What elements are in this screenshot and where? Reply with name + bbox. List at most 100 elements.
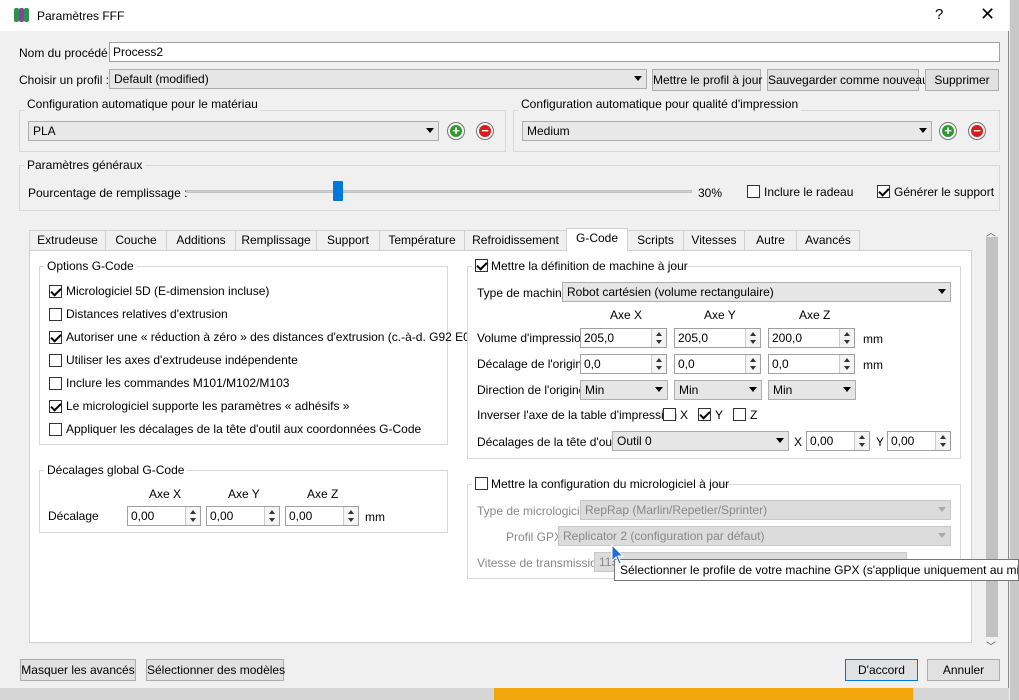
material-select-value: PLA: [33, 124, 56, 138]
global-offset-z-input[interactable]: 0,00: [285, 506, 359, 526]
spinner-arrows-icon[interactable]: [185, 507, 200, 525]
process-name-input[interactable]: Process2: [109, 42, 1000, 62]
add-quality-icon[interactable]: +: [939, 122, 957, 140]
gpx-profile-select[interactable]: Replicator 2 (configuration par défaut): [558, 526, 951, 546]
invert-z-checkbox[interactable]: [733, 408, 746, 421]
tab-support[interactable]: Support: [316, 230, 380, 250]
spinner-arrows-icon[interactable]: [839, 355, 854, 373]
raft-checkbox[interactable]: [747, 185, 760, 198]
tab-additions[interactable]: Additions: [166, 230, 236, 250]
toolhead-y-input[interactable]: 0,00: [887, 431, 951, 451]
direction-z-value: Min: [773, 383, 793, 397]
direction-x-select[interactable]: Min: [580, 380, 668, 400]
opt-independent-checkbox[interactable]: [49, 354, 62, 367]
machine-axis-x-label: Axe X: [610, 308, 643, 322]
scroll-up-icon[interactable]: ︿: [986, 224, 996, 239]
cancel-button[interactable]: Annuler: [927, 659, 1000, 681]
chevron-down-icon: [634, 76, 642, 81]
machine-type-label: Type de machine: [477, 286, 569, 300]
spinner-arrows-icon[interactable]: [854, 432, 869, 450]
direction-z-select[interactable]: Min: [768, 380, 856, 400]
hide-advanced-button[interactable]: Masquer les avancés: [20, 659, 136, 681]
machine-update-checkbox[interactable]: [475, 259, 488, 272]
material-select[interactable]: PLA: [28, 121, 439, 141]
volume-z-input[interactable]: 200,0: [768, 328, 855, 348]
scroll-down-icon[interactable]: ﹀: [986, 638, 996, 653]
background-build-plate: [494, 688, 913, 700]
invert-y-checkbox[interactable]: [698, 408, 711, 421]
infill-slider-handle[interactable]: [332, 181, 343, 201]
remove-quality-icon[interactable]: −: [968, 122, 986, 140]
global-offset-unit: mm: [365, 510, 385, 524]
tab-avances[interactable]: Avancés: [796, 230, 860, 250]
opt-relative-checkbox[interactable]: [49, 308, 62, 321]
toolhead-x-input[interactable]: 0,00: [806, 431, 870, 451]
chevron-down-icon: [749, 387, 757, 392]
toolhead-offsets-label: Décalages de la tête d'outil: [477, 435, 621, 449]
tab-temperature[interactable]: Température: [379, 230, 465, 250]
delete-profile-button[interactable]: Supprimer: [925, 69, 999, 91]
gpx-tooltip: Sélectionner le profile de votre machine…: [614, 559, 1019, 581]
auto-material-title: Configuration automatique pour le matéri…: [24, 97, 261, 111]
opt-sticky-checkbox[interactable]: [49, 400, 62, 413]
close-icon[interactable]: ✕: [980, 4, 995, 25]
remove-material-icon[interactable]: −: [476, 122, 494, 140]
help-icon[interactable]: ?: [935, 6, 943, 23]
spinner-arrows-icon[interactable]: [839, 329, 854, 347]
origin-y-input[interactable]: 0,0: [674, 354, 761, 374]
infill-slider-track[interactable]: [186, 190, 692, 193]
global-offset-z-value: 0,00: [289, 509, 313, 523]
firmware-update-checkbox[interactable]: [475, 477, 488, 490]
tab-autre[interactable]: Autre: [744, 230, 797, 250]
invert-x-checkbox[interactable]: [663, 408, 676, 421]
tab-extrudeuse[interactable]: Extrudeuse: [29, 230, 106, 250]
volume-x-input[interactable]: 205,0: [580, 328, 667, 348]
machine-type-select[interactable]: Robot cartésien (volume rectangulaire): [562, 282, 951, 302]
chevron-down-icon: [938, 289, 946, 294]
spinner-arrows-icon[interactable]: [651, 355, 666, 373]
support-checkbox[interactable]: [877, 185, 890, 198]
machine-axis-z-label: Axe Z: [799, 308, 831, 322]
spinner-arrows-icon[interactable]: [745, 329, 760, 347]
profile-select[interactable]: Default (modified): [109, 69, 647, 89]
opt-5d-checkbox[interactable]: [49, 285, 62, 298]
spinner-arrows-icon[interactable]: [745, 355, 760, 373]
global-offset-x-input[interactable]: 0,00: [127, 506, 201, 526]
volume-y-value: 205,0: [678, 331, 709, 345]
profile-label: Choisir un profil :: [19, 73, 110, 87]
opt-m101-checkbox[interactable]: [49, 377, 62, 390]
origin-x-input[interactable]: 0,0: [580, 354, 667, 374]
firmware-type-select[interactable]: RepRap (Marlin/Repetier/Sprinter): [580, 500, 951, 520]
app-logo-icon: [14, 8, 30, 22]
direction-y-select[interactable]: Min: [674, 380, 762, 400]
volume-label: Volume d'impression: [477, 331, 588, 345]
spinner-arrows-icon[interactable]: [935, 432, 950, 450]
toolhead-x-value: 0,00: [810, 434, 834, 448]
opt-toolhead-checkbox[interactable]: [49, 423, 62, 436]
save-as-new-button[interactable]: Sauvegarder comme nouveau: [767, 69, 929, 91]
firmware-type-value: RepRap (Marlin/Repetier/Sprinter): [585, 503, 768, 517]
spinner-arrows-icon[interactable]: [343, 507, 358, 525]
origin-x-value: 0,0: [584, 357, 601, 371]
opt-zero-checkbox[interactable]: [49, 331, 62, 344]
tab-couche[interactable]: Couche: [105, 230, 167, 250]
origin-z-input[interactable]: 0,0: [768, 354, 855, 374]
tab-refroidissement[interactable]: Refroidissement: [464, 230, 567, 250]
spinner-arrows-icon[interactable]: [651, 329, 666, 347]
global-offset-y-input[interactable]: 0,00: [206, 506, 280, 526]
quality-select[interactable]: Medium: [522, 121, 932, 141]
chevron-down-icon: [426, 128, 434, 133]
tab-remplissage[interactable]: Remplissage: [235, 230, 317, 250]
toolhead-select[interactable]: Outil 0: [612, 431, 789, 451]
add-material-icon[interactable]: +: [447, 122, 465, 140]
tab-gcode[interactable]: G-Code: [566, 228, 628, 251]
opt-m101-label: Inclure les commandes M101/M102/M103: [66, 376, 290, 390]
direction-x-value: Min: [585, 383, 605, 397]
tab-vitesses[interactable]: Vitesses: [683, 230, 745, 250]
update-profile-button[interactable]: Mettre le profil à jour: [652, 69, 762, 91]
ok-button[interactable]: D'accord: [845, 659, 918, 681]
select-models-button[interactable]: Sélectionner des modèles: [146, 659, 285, 681]
volume-y-input[interactable]: 205,0: [674, 328, 761, 348]
tab-scripts[interactable]: Scripts: [627, 230, 684, 250]
spinner-arrows-icon[interactable]: [264, 507, 279, 525]
